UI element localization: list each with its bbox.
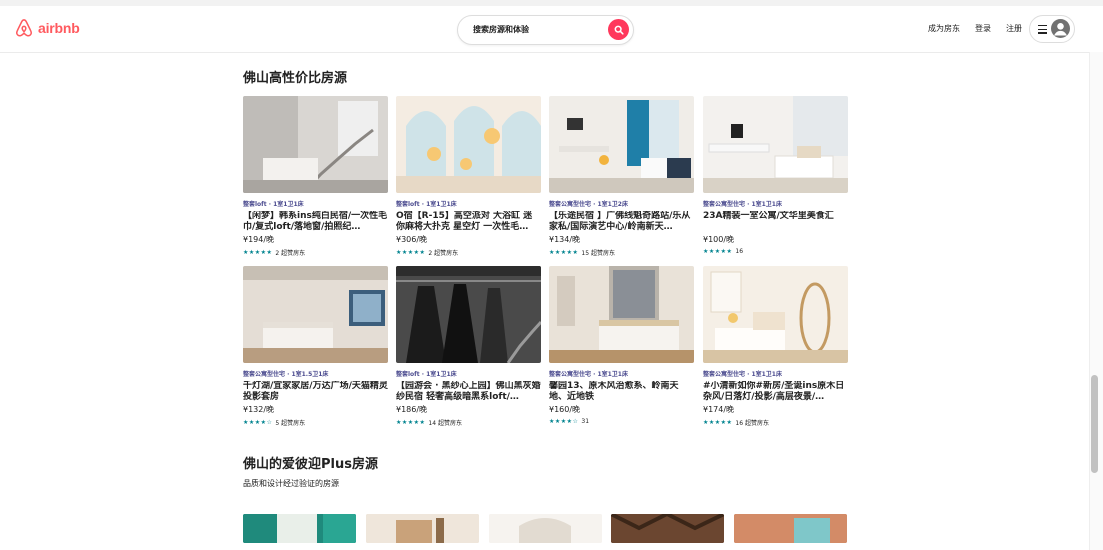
listing-rating: ★★★★☆ 31: [549, 418, 694, 425]
rating-stars: ★★★★★: [396, 249, 426, 256]
listing-type: 整套公寓型住宅 · 1室1.5卫1床: [243, 371, 329, 378]
login-link[interactable]: 登录: [975, 23, 991, 34]
listing-photo[interactable]: [703, 266, 848, 363]
listing-photo[interactable]: [243, 96, 388, 193]
listing-card[interactable]: 整套loft · 1室1卫1床 O宿【R-15】高空派对 大浴缸 迷你麻将大扑克…: [396, 96, 541, 257]
plus-photo-5[interactable]: [734, 514, 847, 543]
become-host-link[interactable]: 成为房东: [928, 23, 960, 34]
plus-photo-1[interactable]: [243, 514, 356, 543]
hamburger-icon: [1038, 25, 1047, 36]
plus-photo-3[interactable]: [489, 514, 602, 543]
rating-text: 16: [735, 248, 744, 255]
listing-photo[interactable]: [549, 266, 694, 363]
listing-type: 整套公寓型住宅 · 1室1卫2床: [549, 201, 628, 208]
rating-text: 31: [581, 418, 590, 425]
signup-link[interactable]: 注册: [1006, 23, 1022, 34]
scrollbar-thumb[interactable]: [1091, 375, 1098, 473]
site-header: airbnb 搜索房源和体验 成为房东 登录 注册: [0, 6, 1089, 53]
listing-card[interactable]: 整套公寓型住宅 · 1室1卫2床 【乐途民宿 】广佛线魁奇路站/乐从家私/国际演…: [549, 96, 694, 257]
plus-section-subtitle: 品质和设计经过验证的房源: [243, 479, 339, 488]
listing-price: ¥134/晚: [549, 235, 581, 244]
plus-photo-2[interactable]: [366, 514, 479, 543]
listing-type: 整套公寓型住宅 · 1室1卫1床: [703, 371, 782, 378]
listing-card[interactable]: 整套公寓型住宅 · 1室1卫1床 #小清新如你#新房/圣诞ins原木日杂风/日落…: [703, 266, 848, 427]
listing-price: ¥132/晚: [243, 405, 275, 414]
listing-price: ¥194/晚: [243, 235, 275, 244]
rating-text: 5 超赞房东: [275, 420, 306, 427]
logo-wordmark: airbnb: [38, 20, 80, 36]
listing-type: 整套公寓型住宅 · 1室1卫1床: [703, 201, 782, 208]
avatar-icon: [1051, 19, 1070, 38]
rating-text: 2 超赞房东: [428, 250, 459, 257]
rating-text: 14 超赞房东: [428, 420, 462, 427]
listing-card[interactable]: 整套公寓型住宅 · 1室1卫1床 23A精装一室公寓/文华里美食汇 ¥100/晚…: [703, 96, 848, 255]
listing-price: ¥100/晚: [703, 235, 735, 244]
listing-price: ¥306/晚: [396, 235, 428, 244]
search-placeholder: 搜索房源和体验: [473, 25, 529, 34]
rating-text: 15 超赞房东: [581, 250, 615, 257]
listing-title[interactable]: 【乐途民宿 】广佛线魁奇路站/乐从家私/国际演艺中心/岭南新天…: [549, 211, 694, 233]
rating-stars: ★★★★☆: [549, 418, 579, 425]
listing-rating: ★★★★★ 16 超赞房东: [703, 418, 848, 427]
listing-photo[interactable]: [396, 96, 541, 193]
listing-price: ¥160/晚: [549, 405, 581, 414]
listing-card[interactable]: 整套公寓型住宅 · 1室1.5卫1床 千灯湖/宜家家居/万达广场/天猫精灵投影套…: [243, 266, 388, 427]
rating-stars: ★★★★★: [396, 419, 426, 426]
listing-photo[interactable]: [243, 266, 388, 363]
listing-photo[interactable]: [396, 266, 541, 363]
listing-card[interactable]: 整套公寓型住宅 · 1室1卫1床 馨园13、原木风治愈系、岭南天地、近地铁 ¥1…: [549, 266, 694, 425]
listing-type: 整套loft · 1室1卫1床: [396, 201, 457, 208]
listing-type: 整套loft · 1室1卫1床: [243, 201, 304, 208]
listing-card[interactable]: 整套loft · 1室1卫1床 【园游会 · 黑纱心上园】佛山黑灰婚纱民宿 轻奢…: [396, 266, 541, 427]
listing-photo[interactable]: [703, 96, 848, 193]
listing-photo[interactable]: [549, 96, 694, 193]
search-bar[interactable]: 搜索房源和体验: [457, 15, 634, 45]
listing-price: ¥186/晚: [396, 405, 428, 414]
listing-title[interactable]: 【闲梦】韩系ins纯白民宿/一次性毛巾/复式loft/落地窗/拍照纪…: [243, 211, 388, 233]
search-button[interactable]: [608, 19, 629, 40]
rating-text: 16 超赞房东: [735, 420, 769, 427]
listing-rating: ★★★★☆ 5 超赞房东: [243, 418, 388, 427]
listing-title[interactable]: O宿【R-15】高空派对 大浴缸 迷你麻将大扑克 星空灯 一次性毛…: [396, 211, 541, 233]
rating-stars: ★★★★★: [703, 248, 733, 255]
rating-text: 2 超赞房东: [275, 250, 306, 257]
scrollbar-track[interactable]: [1089, 52, 1103, 550]
listing-rating: ★★★★★ 14 超赞房东: [396, 418, 541, 427]
rating-stars: ★★★★★: [549, 249, 579, 256]
airbnb-belo-icon: [16, 19, 32, 37]
section-title-value: 佛山高性价比房源: [243, 71, 348, 86]
plus-photo-4[interactable]: [611, 514, 724, 543]
listing-rating: ★★★★★ 15 超赞房东: [549, 248, 694, 257]
listing-title[interactable]: 23A精装一室公寓/文华里美食汇: [703, 211, 848, 233]
listing-rating: ★★★★★ 2 超赞房东: [243, 248, 388, 257]
listing-title[interactable]: #小清新如你#新房/圣诞ins原木日杂风/日落灯/投影/高层夜景/…: [703, 381, 848, 403]
rating-stars: ★★★★☆: [243, 419, 273, 426]
listing-price: ¥174/晚: [703, 405, 735, 414]
listing-card[interactable]: 整套loft · 1室1卫1床 【闲梦】韩系ins纯白民宿/一次性毛巾/复式lo…: [243, 96, 388, 257]
user-menu-button[interactable]: [1029, 15, 1075, 43]
listing-type: 整套公寓型住宅 · 1室1卫1床: [549, 371, 628, 378]
listing-title[interactable]: 千灯湖/宜家家居/万达广场/天猫精灵投影套房: [243, 381, 388, 403]
listing-rating: ★★★★★ 2 超赞房东: [396, 248, 541, 257]
listing-title[interactable]: 馨园13、原木风治愈系、岭南天地、近地铁: [549, 381, 694, 403]
listing-rating: ★★★★★ 16: [703, 248, 848, 255]
airbnb-logo[interactable]: airbnb: [14, 18, 80, 38]
browser-page: airbnb 搜索房源和体验 成为房东 登录 注册 佛山高性价比房源 整套lof…: [0, 0, 1103, 550]
search-icon: [614, 25, 624, 35]
listing-title[interactable]: 【园游会 · 黑纱心上园】佛山黑灰婚纱民宿 轻奢高级暗黑系loft/…: [396, 381, 541, 403]
listing-type: 整套loft · 1室1卫1床: [396, 371, 457, 378]
plus-section-title: 佛山的爱彼迎Plus房源: [243, 457, 378, 472]
rating-stars: ★★★★★: [243, 249, 273, 256]
window-bottom-edge: [0, 543, 1089, 550]
rating-stars: ★★★★★: [703, 419, 733, 426]
